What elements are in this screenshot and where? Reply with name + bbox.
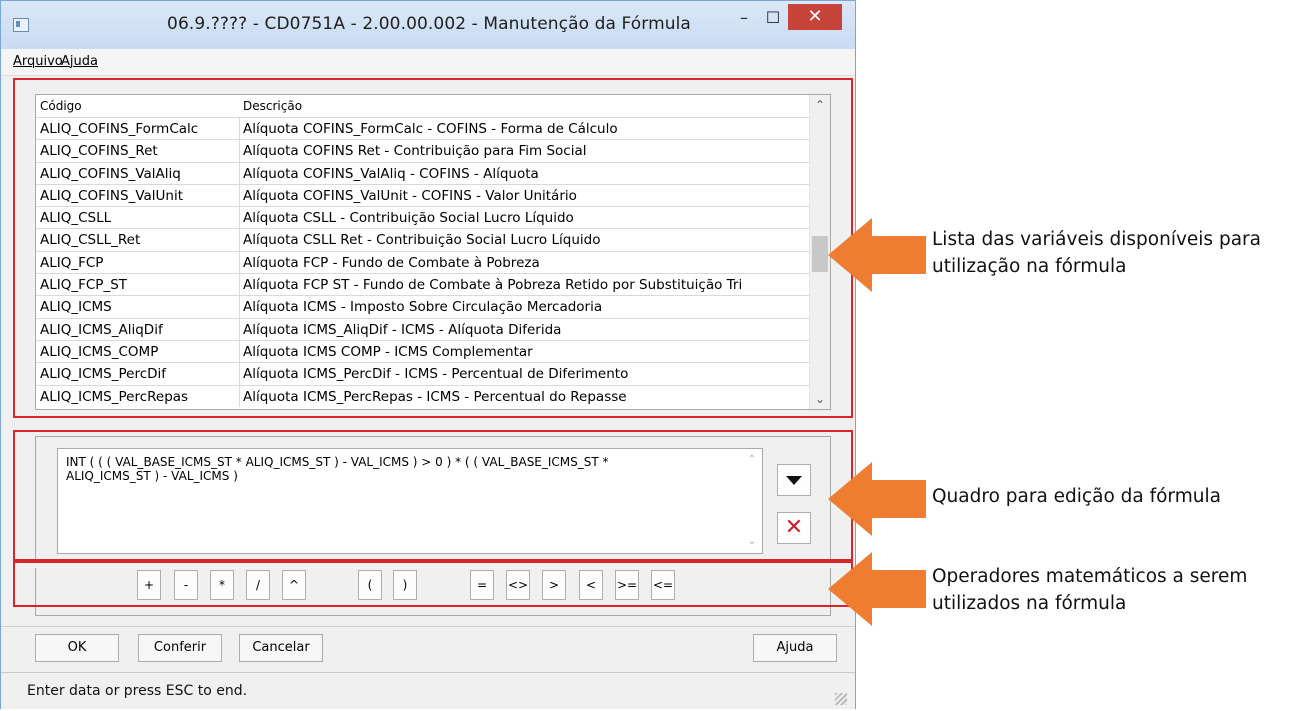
resize-grip-icon[interactable] (835, 693, 847, 705)
annotation-list: Lista das variáveis disponíveis para uti… (932, 226, 1261, 280)
menu-arquivo[interactable]: Arquivo (13, 54, 63, 69)
annotation-list-line2: utilização na fórmula (932, 256, 1127, 277)
highlight-list-box (13, 78, 853, 418)
minimize-button[interactable]: – (729, 7, 759, 31)
menu-bar: Arquivo Ajuda (1, 49, 855, 76)
ajuda-button[interactable]: Ajuda (753, 634, 837, 662)
button-bar (1, 626, 855, 667)
ok-button[interactable]: OK (35, 634, 119, 662)
title-bar[interactable]: 06.9.???? - CD0751A - 2.00.00.002 - Manu… (1, 1, 855, 49)
cancelar-button[interactable]: Cancelar (239, 634, 323, 662)
arrow-left-icon-list (828, 218, 926, 292)
annotation-editor-line1: Quadro para edição da fórmula (932, 486, 1221, 507)
conferir-button[interactable]: Conferir (138, 634, 222, 662)
annotation-operators-line2: utilizados na fórmula (932, 593, 1127, 614)
annotation-editor: Quadro para edição da fórmula (932, 483, 1221, 510)
close-button[interactable]: ✕ (788, 4, 842, 30)
menu-ajuda[interactable]: Ajuda (61, 54, 98, 69)
arrow-left-icon-editor (828, 462, 926, 536)
highlight-operators-box (13, 561, 853, 607)
status-text: Enter data or press ESC to end. (27, 683, 248, 699)
maximize-button[interactable]: ☐ (758, 7, 788, 31)
highlight-editor-box (13, 430, 853, 561)
annotation-operators: Operadores matemáticos a serem utilizado… (932, 563, 1247, 617)
status-bar: Enter data or press ESC to end. (1, 672, 855, 709)
arrow-left-icon-operators (828, 552, 926, 626)
annotation-list-line1: Lista das variáveis disponíveis para (932, 229, 1261, 250)
annotation-operators-line1: Operadores matemáticos a serem (932, 566, 1248, 587)
